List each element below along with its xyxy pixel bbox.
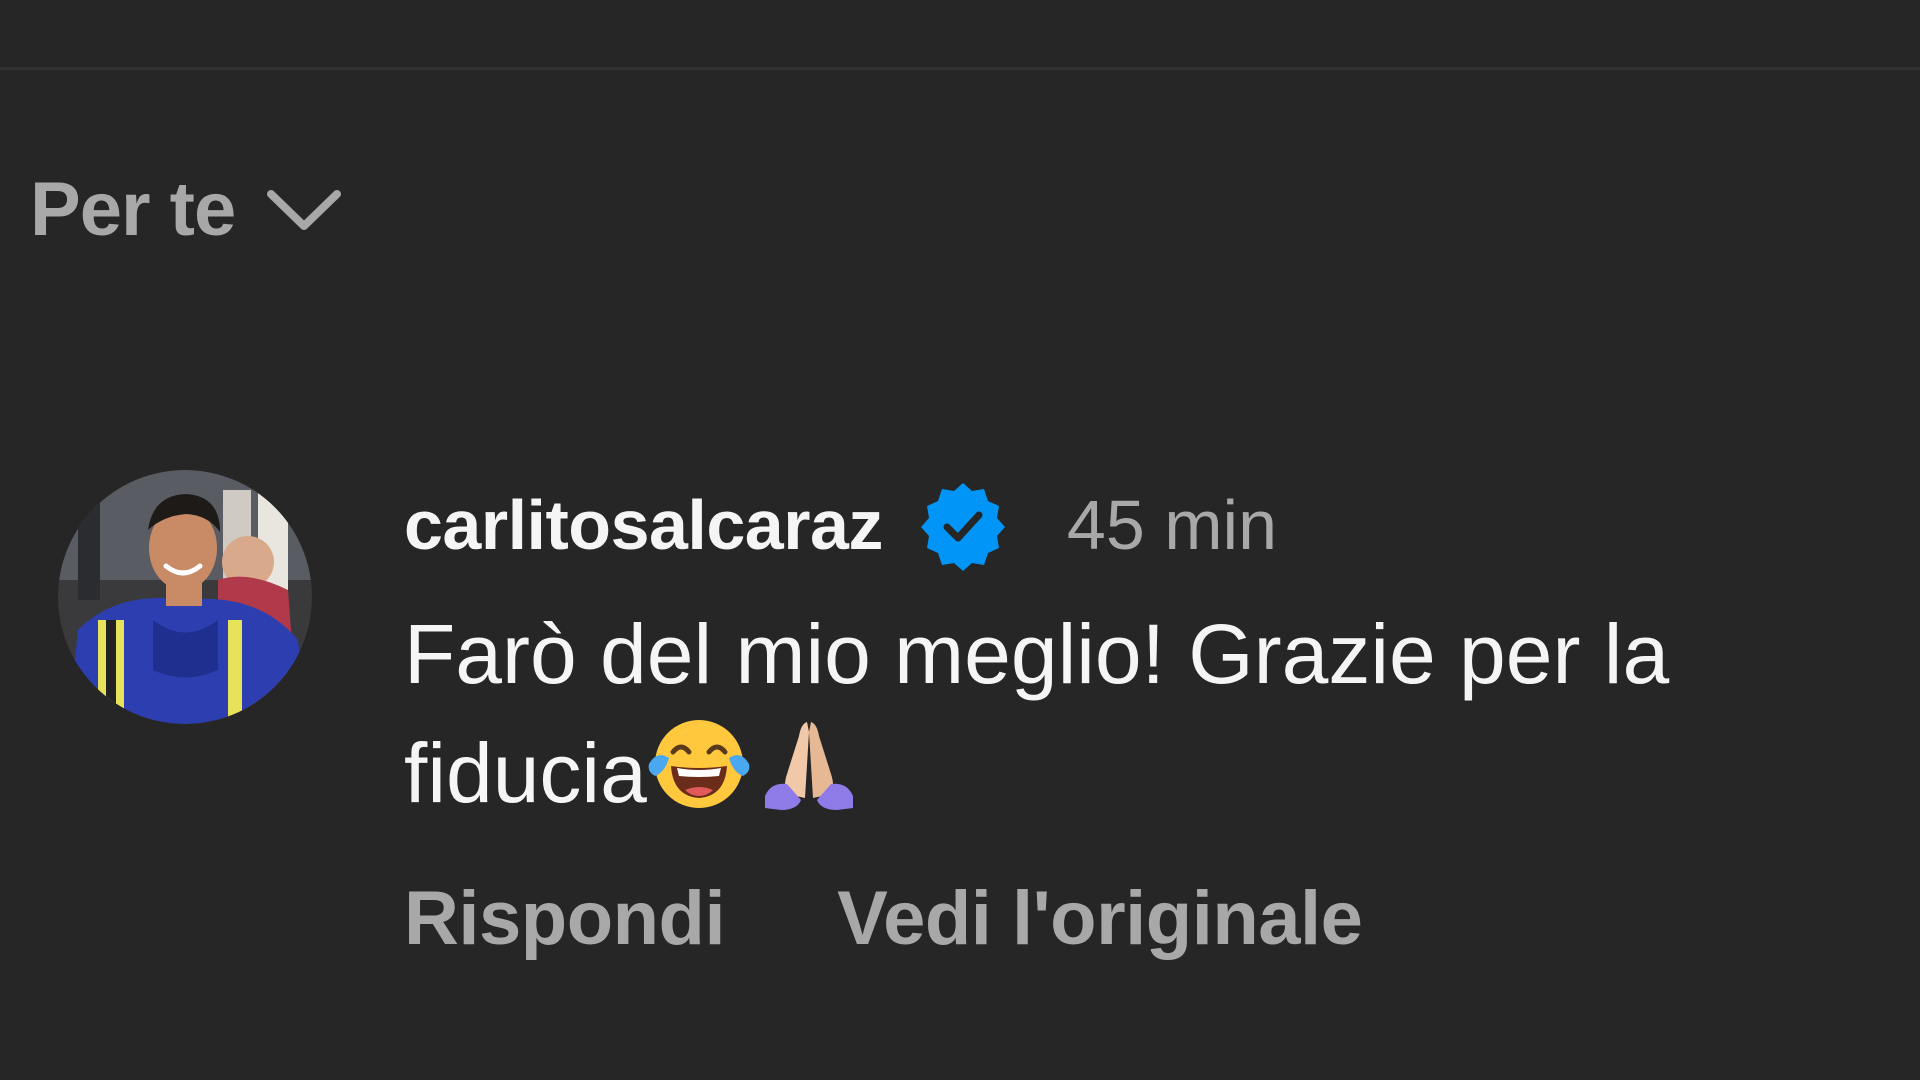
username[interactable]: carlitosalcaraz xyxy=(404,485,883,565)
comment-body: carlitosalcaraz 45 min Farò del mio megl… xyxy=(404,470,1884,962)
sort-selector[interactable]: Per te xyxy=(30,172,343,248)
reply-button[interactable]: Rispondi xyxy=(404,875,726,962)
chevron-down-icon xyxy=(267,190,342,230)
top-bar xyxy=(0,0,1920,68)
comment-text: Farò del mio meglio! Grazie per la fiduc… xyxy=(404,607,1670,820)
folded-hands-emoji xyxy=(764,722,853,810)
face-with-tears-of-joy-emoji xyxy=(648,720,750,808)
comment-text-container: Farò del mio meglio! Grazie per la fiduc… xyxy=(404,596,1884,831)
avatar[interactable] xyxy=(58,470,312,724)
comments-screen: Per te carlitosalcaraz 45 min Farò del m… xyxy=(0,0,1920,1080)
see-original-button[interactable]: Vedi l'originale xyxy=(837,875,1363,962)
comment-actions: Rispondi Vedi l'originale xyxy=(404,875,1884,962)
top-divider xyxy=(0,67,1920,70)
comment-timestamp: 45 min xyxy=(1066,486,1278,564)
sort-label: Per te xyxy=(30,167,236,252)
comment-meta: carlitosalcaraz 45 min xyxy=(404,470,1884,580)
avatar-image xyxy=(58,470,312,724)
verified-badge-icon xyxy=(920,483,1005,571)
